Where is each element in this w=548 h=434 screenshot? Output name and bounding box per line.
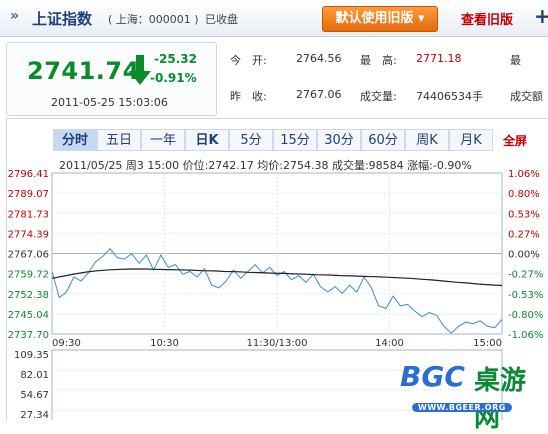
right-tick-label: -1.06%	[508, 330, 543, 341]
time-tick-label: 10:30	[150, 338, 179, 349]
right-tick-label: 0.27%	[508, 229, 540, 240]
left-tick-label: 2767.06	[8, 250, 49, 261]
time-tick-label: 15:00	[473, 338, 502, 349]
left-axis-ticks: 2796.41 2789.07 2781.73 2774.39 2767.06 2759.…	[8, 169, 49, 341]
right-tick-label: 0.53%	[508, 209, 540, 220]
left-tick-label: 2745.04	[8, 310, 49, 321]
volume-tick-label: 109.35	[14, 350, 49, 361]
left-tick-label: 2781.73	[8, 209, 49, 220]
time-tick-label: 09:30	[52, 338, 81, 349]
volume-tick-label: 27.34	[20, 410, 49, 420]
right-tick-label: 1.06%	[508, 169, 540, 180]
volume-tick-label: 54.67	[20, 390, 49, 401]
watermark-url: WWW.BGEER.ORG	[412, 403, 512, 412]
left-tick-label: 2737.70	[8, 330, 49, 341]
volume-tick-label: 82.01	[20, 370, 49, 381]
left-tick-label: 2752.38	[8, 290, 49, 301]
left-tick-label: 2789.07	[8, 189, 49, 200]
right-axis-ticks: 1.06% 0.80% 0.53% 0.27% 0.00% -0.27% -0.53% -0.…	[508, 169, 543, 341]
time-tick-label: 14:00	[375, 338, 404, 349]
watermark-brand: BGC	[400, 360, 465, 393]
right-tick-label: 0.80%	[508, 189, 540, 200]
right-tick-label: -0.80%	[508, 310, 543, 321]
right-tick-label: 0.00%	[508, 250, 540, 261]
left-tick-label: 2796.41	[8, 169, 49, 180]
bgc-watermark-logo: BGC 桌游网 WWW.BGEER.ORG	[400, 360, 540, 433]
time-axis-ticks: 09:30 10:30 11:30/13:00 14:00 15:00	[52, 338, 502, 349]
right-tick-label: -0.27%	[508, 270, 543, 281]
left-tick-label: 2759.72	[8, 270, 49, 281]
volume-axis-ticks: 109.35 82.01 54.67 27.34	[14, 350, 49, 420]
time-tick-label: 11:30/13:00	[246, 338, 307, 349]
watermark-cn: 桌游网	[474, 366, 527, 433]
intraday-chart[interactable]: 2796.41 2789.07 2781.73 2774.39 2767.06 2759.…	[0, 0, 548, 420]
left-tick-label: 2774.39	[8, 229, 49, 240]
right-tick-label: -0.53%	[508, 290, 543, 301]
